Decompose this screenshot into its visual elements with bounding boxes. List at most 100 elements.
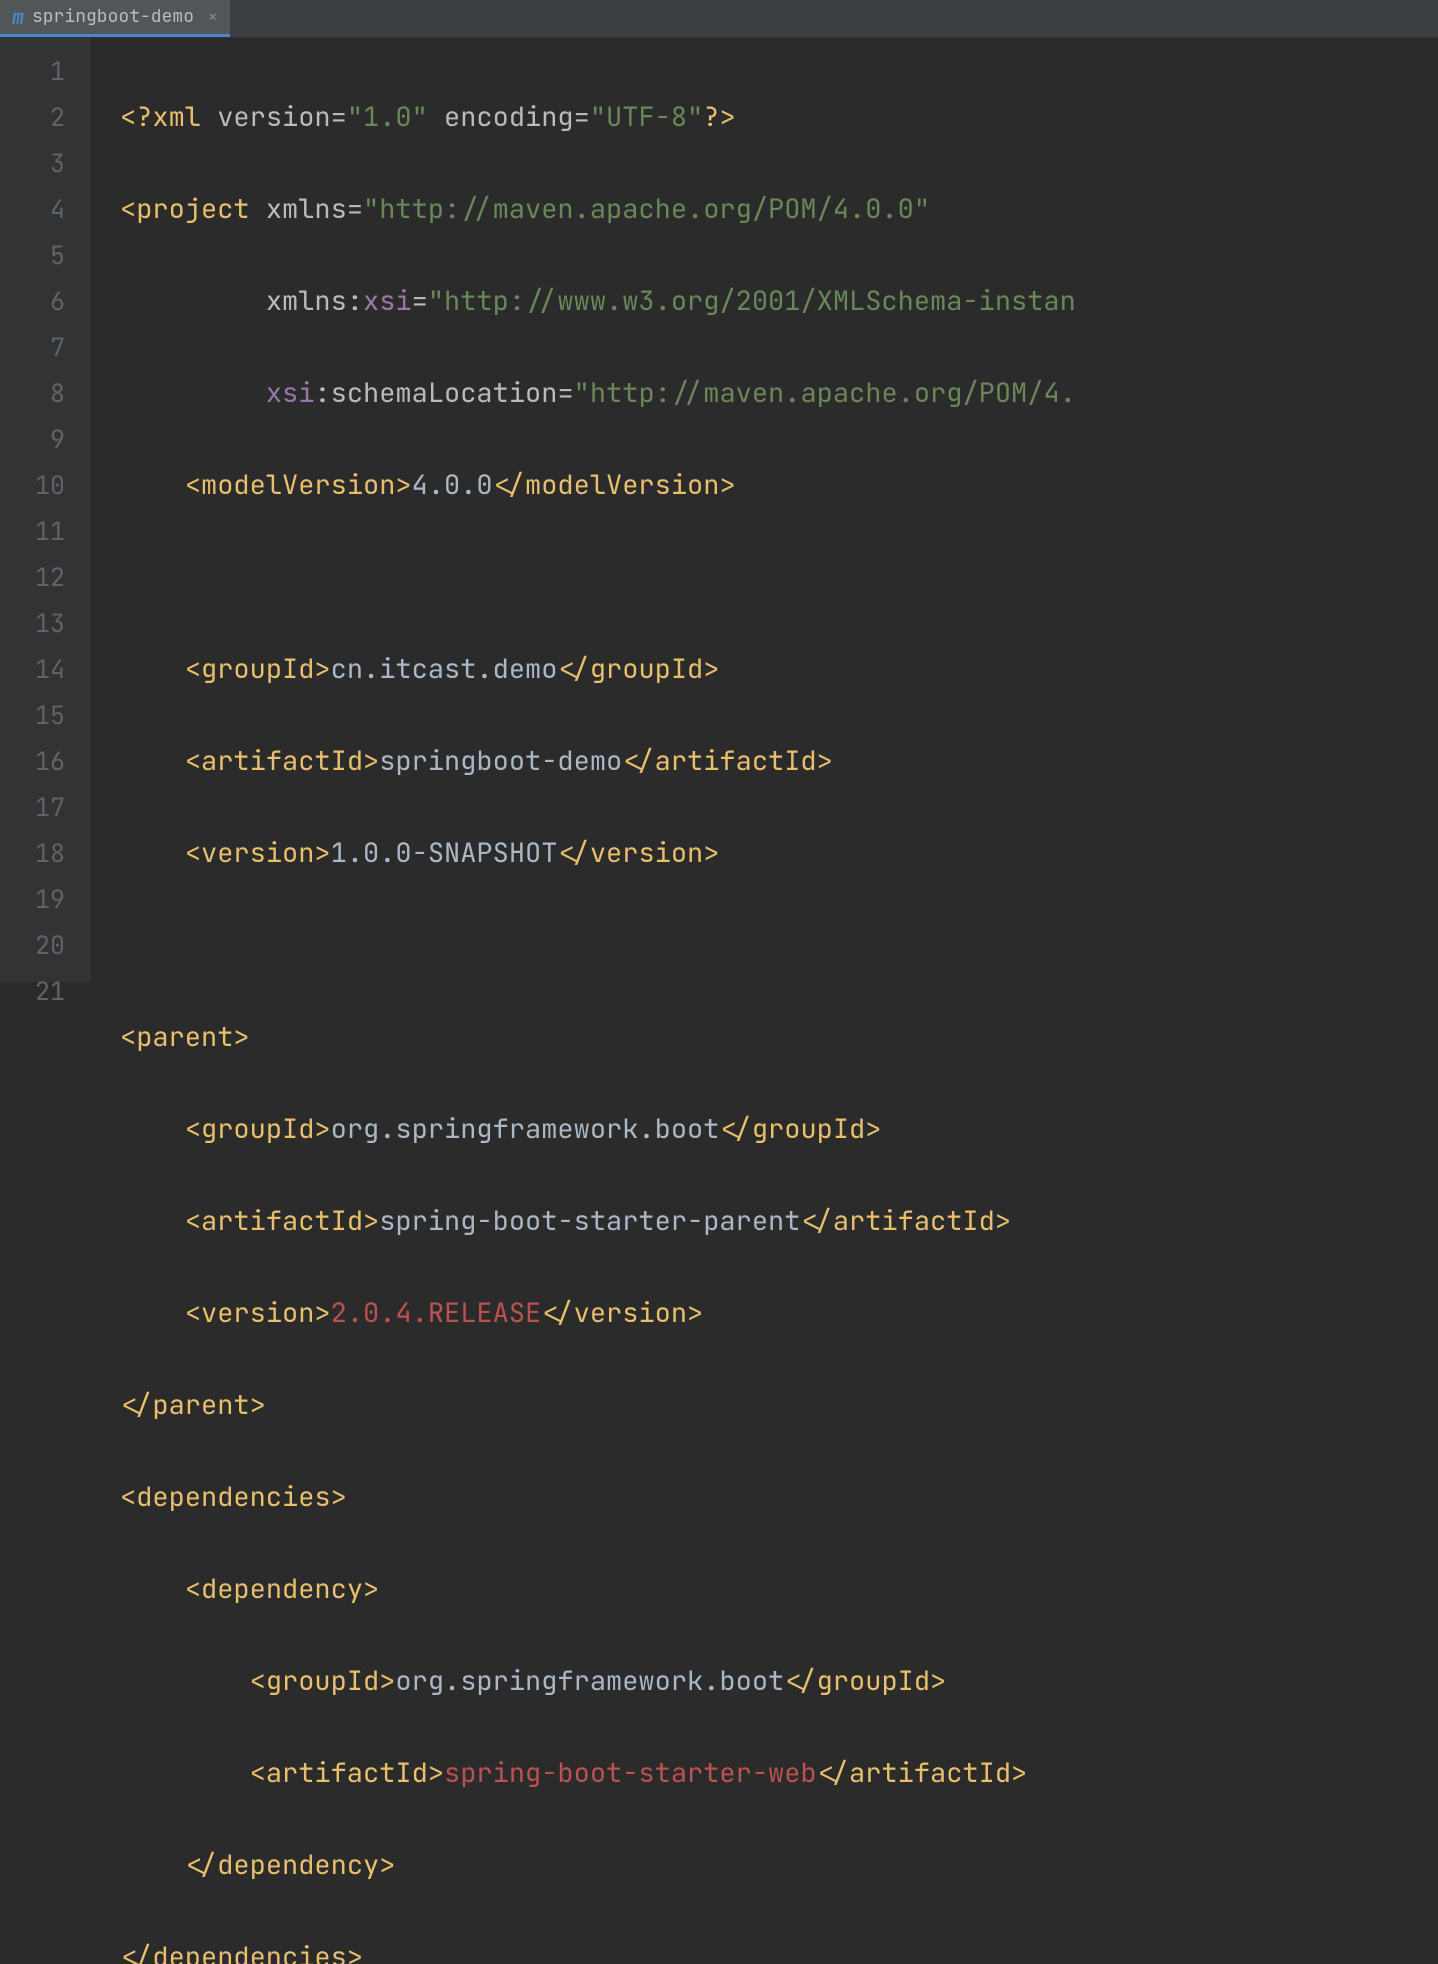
text-node: org.springframework.boot [331,1111,720,1147]
text-node: spring-boot-starter-web [444,1755,817,1791]
tag-close: > [703,835,719,871]
code-line[interactable]: </dependencies> [110,1934,1076,1964]
tag-name: groupId [752,1111,865,1147]
tag-close: > [233,1019,249,1055]
code-line[interactable]: xsi:schemaLocation="http://maven.apache.… [110,370,1076,416]
tag-open: < [250,1755,266,1791]
code-line[interactable]: <version>1.0.0-SNAPSHOT</version> [110,830,1076,876]
pi-name: xml [152,99,217,135]
code-line[interactable]: xmlns:xsi="http://www.w3.org/2001/XMLSch… [110,278,1076,324]
line-number: 3 [0,140,89,186]
code-line[interactable]: <project xmlns="http://maven.apache.org/… [110,186,1076,232]
tag-close: > [314,835,330,871]
close-icon[interactable]: × [208,9,218,25]
attr: xmlns: [266,283,363,319]
attr-value: "http://www.w3.org/2001/XMLSchema-instan [428,283,1076,319]
code-line[interactable]: </dependency> [110,1842,1076,1888]
code-line[interactable]: <artifactId>spring-boot-starter-parent</… [110,1198,1076,1244]
attr-value: "1.0" [347,99,428,135]
tag-open: </ [817,1755,849,1791]
tag-name: dependency [217,1847,379,1883]
tag-name: artifactId [201,1203,363,1239]
maven-icon: m [12,7,24,27]
code-line[interactable]: <groupId>org.springframework.boot</group… [110,1658,1076,1704]
tag-open: < [250,1663,266,1699]
attr: xmlns [266,191,347,227]
code-line[interactable]: <dependencies> [110,1474,1076,1520]
attr: encoding [444,99,574,135]
tag-name: artifactId [266,1755,428,1791]
tag-close: > [314,651,330,687]
tag-name: dependencies [152,1939,346,1964]
code-line[interactable]: </parent> [110,1382,1076,1428]
code-line[interactable] [110,554,1076,600]
code-line[interactable]: <modelVersion>4.0.0</modelVersion> [110,462,1076,508]
code-area[interactable]: <?xml version="1.0" encoding="UTF-8"?> <… [90,38,1076,982]
tag-name: version [201,1295,314,1331]
tag-name: parent [136,1019,233,1055]
tag-name: groupId [201,651,314,687]
tag-name: artifactId [849,1755,1011,1791]
line-number: 2 [0,94,89,140]
tag-open: < [185,1203,201,1239]
text-node: org.springframework.boot [395,1663,784,1699]
line-number: 7 [0,324,89,370]
line-number: 21 [0,968,89,1014]
tab-springboot-demo[interactable]: m springboot-demo × [0,0,230,37]
tag-close: > [995,1203,1011,1239]
editor[interactable]: 1 2 3 4 5 6 7 8 9 10 11 12 13 14 15 16 1… [0,38,1438,982]
tag-open: < [120,1019,136,1055]
tag-open: </ [557,651,589,687]
tag-open: </ [120,1387,152,1423]
tag-close: > [719,467,735,503]
tag-open: < [120,191,136,227]
attr: version [217,99,330,135]
code-line[interactable]: <parent> [110,1014,1076,1060]
text-node: 4.0.0 [412,467,493,503]
tag-close: > [428,1755,444,1791]
tag-name: version [201,835,314,871]
tag-close: > [1011,1755,1027,1791]
tag-close: > [347,1939,363,1964]
tag-name: version [590,835,703,871]
line-number: 14 [0,646,89,692]
tag-name: groupId [266,1663,379,1699]
line-number: 12 [0,554,89,600]
tag-open: </ [185,1847,217,1883]
attr: schemaLocation [331,375,558,411]
eq: = [574,99,590,135]
code-line[interactable]: <artifactId>springboot-demo</artifactId> [110,738,1076,784]
tag-close: > [687,1295,703,1331]
tag-close: > [363,1571,379,1607]
tag-close: > [331,1479,347,1515]
line-number: 19 [0,876,89,922]
line-number: 4 [0,186,89,232]
attr-value: "http://maven.apache.org/POM/4. [574,375,1076,411]
tag-name: version [574,1295,687,1331]
code-line[interactable]: <artifactId>spring-boot-starter-web</art… [110,1750,1076,1796]
tab-bar: m springboot-demo × [0,0,1438,38]
tag-name: groupId [817,1663,930,1699]
space [428,99,444,135]
line-number: 16 [0,738,89,784]
code-line[interactable]: <?xml version="1.0" encoding="UTF-8"?> [110,94,1076,140]
code-line[interactable]: <groupId>cn.itcast.demo</groupId> [110,646,1076,692]
tag-open: </ [120,1939,152,1964]
ns: xsi [266,375,315,411]
code-line[interactable]: <dependency> [110,1566,1076,1612]
code-line[interactable] [110,922,1076,968]
colon: : [314,375,330,411]
line-number: 8 [0,370,89,416]
pi-close: ?> [703,99,735,135]
tag-open: < [185,651,201,687]
code-line[interactable]: <version>2.0.4.RELEASE</version> [110,1290,1076,1336]
tag-open: </ [493,467,525,503]
tag-name: artifactId [833,1203,995,1239]
code-line[interactable]: <groupId>org.springframework.boot</group… [110,1106,1076,1152]
tag-close: > [379,1663,395,1699]
tab-title: springboot-demo [32,8,194,26]
line-number: 20 [0,922,89,968]
tag-open: </ [557,835,589,871]
tag-open: < [185,1295,201,1331]
tag-name: project [136,191,266,227]
